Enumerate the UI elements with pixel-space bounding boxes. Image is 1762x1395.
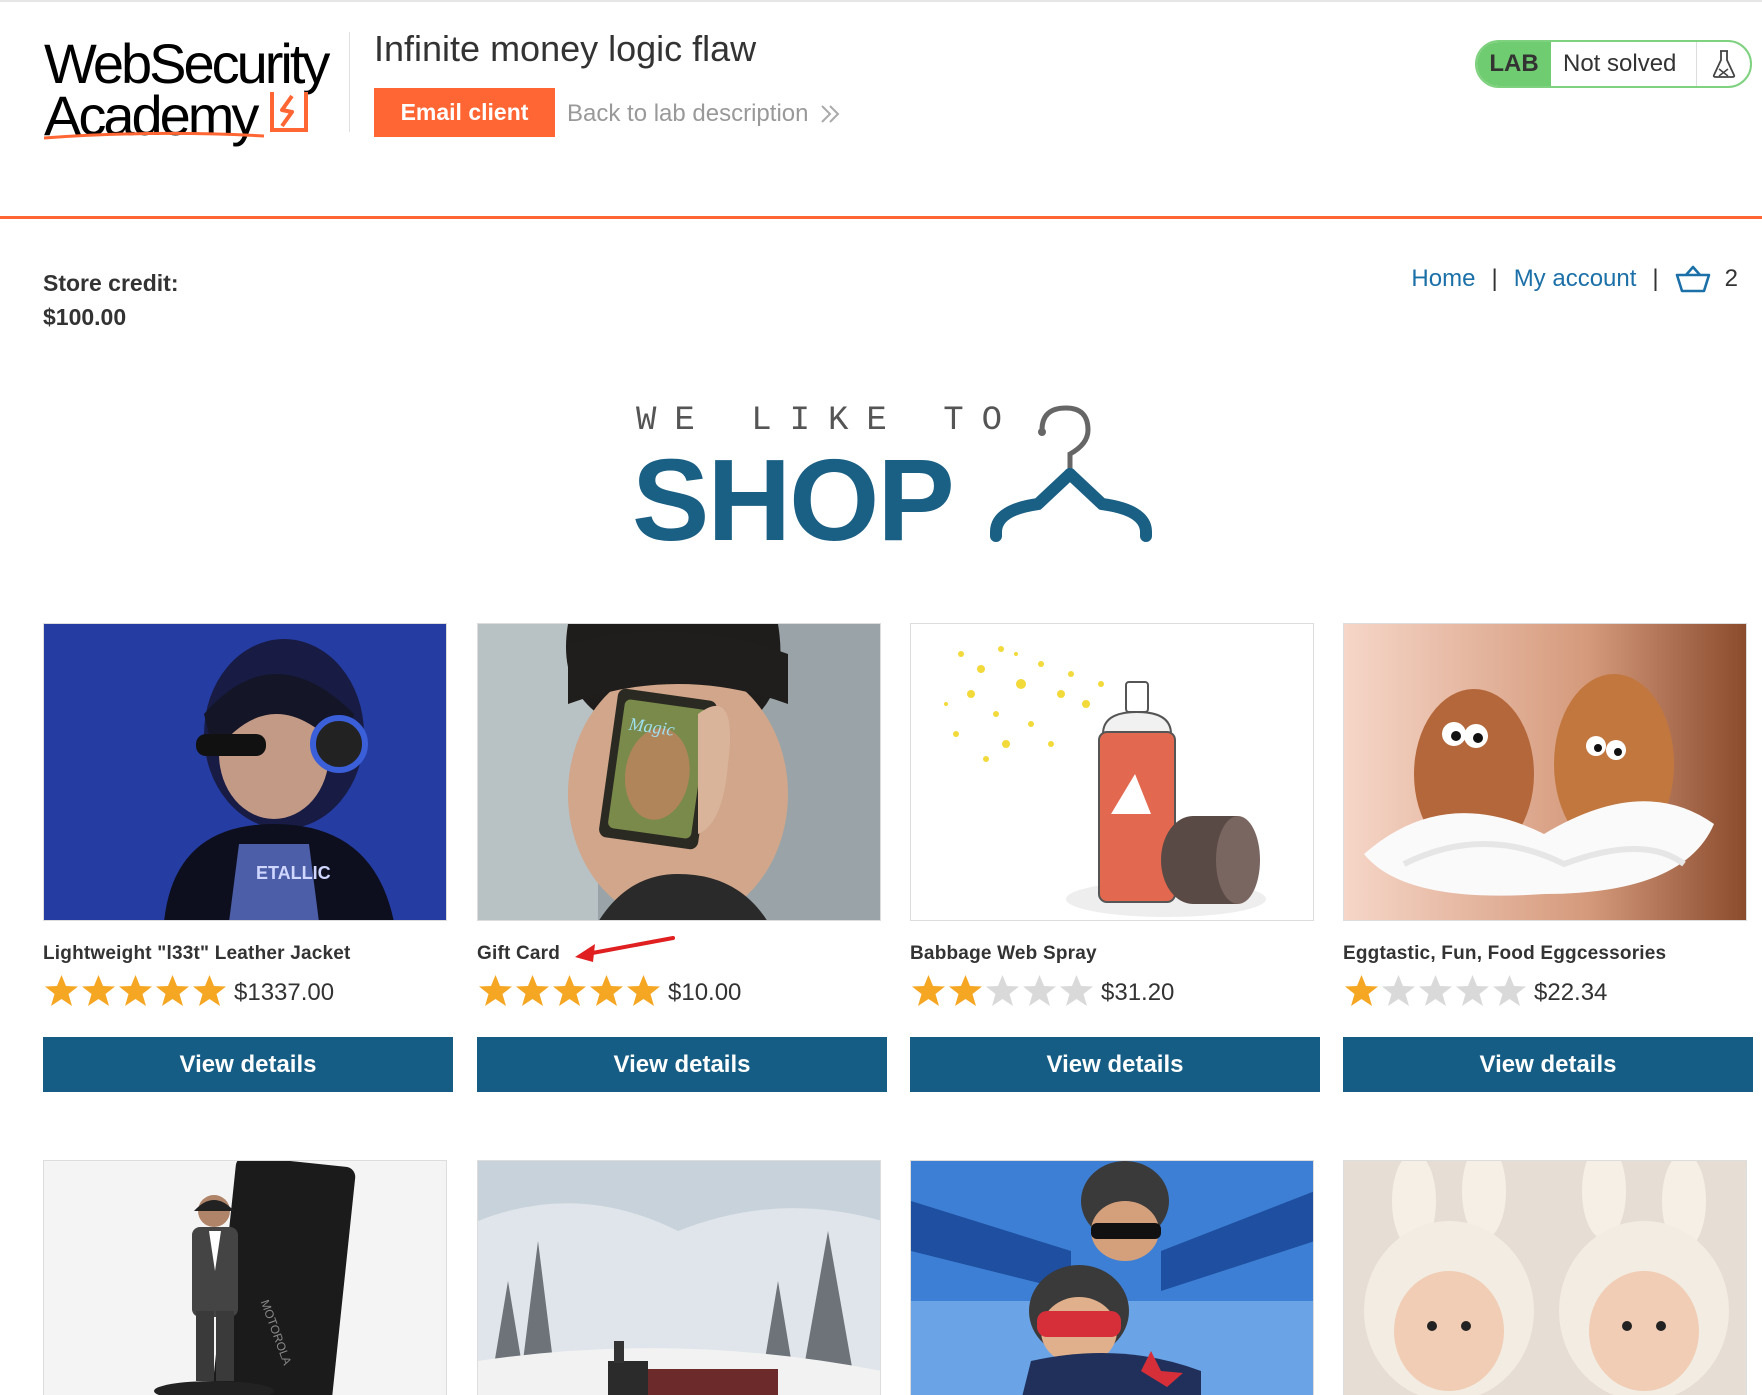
product-price: $10.00 <box>668 978 742 1006</box>
star-filled-icon <box>479 975 512 1006</box>
logo-underline-icon <box>44 131 265 140</box>
rating-stars <box>477 973 662 1012</box>
store-credit: Store credit: $100.00 <box>43 266 178 334</box>
view-details-button[interactable]: View details <box>910 1037 1320 1092</box>
star-filled-icon <box>82 975 115 1006</box>
lab-label: LAB <box>1477 42 1551 86</box>
star-filled-icon <box>119 975 152 1006</box>
logo-bolt-icon <box>270 92 308 132</box>
star-filled-icon <box>590 975 623 1006</box>
star-filled-icon <box>45 975 78 1006</box>
nav-separator: | <box>1491 265 1498 292</box>
nav-separator: | <box>1652 265 1659 292</box>
product-card <box>477 1160 887 1395</box>
product-name: Gift Card <box>477 943 561 964</box>
nav-home-link[interactable]: Home <box>1411 265 1475 293</box>
annotation-arrow-icon <box>575 936 675 962</box>
view-details-button[interactable]: View details <box>1343 1037 1753 1092</box>
view-details-button[interactable]: View details <box>43 1037 453 1092</box>
top-navigation: Home | My account | 2 <box>1411 264 1738 294</box>
lab-status-text: Not solved <box>1563 50 1677 77</box>
star-empty-icon <box>1493 975 1526 1006</box>
store-credit-value: $100.00 <box>43 304 127 330</box>
rating-stars <box>910 973 1095 1012</box>
header-divider <box>349 32 350 132</box>
product-card: MOTOROLA <box>43 1160 453 1395</box>
lab-status-widget[interactable]: LAB Not solved <box>1475 40 1752 88</box>
product-price: $22.34 <box>1534 978 1608 1006</box>
banner-title: SHOP <box>632 435 955 565</box>
star-empty-icon <box>1023 975 1056 1006</box>
flask-icon <box>1696 42 1750 86</box>
star-empty-icon <box>1419 975 1452 1006</box>
back-link-label: Back to lab description <box>567 100 809 127</box>
header-orange-rule <box>0 216 1762 219</box>
product-card <box>910 1160 1320 1395</box>
product-card: Eggtastic, Fun, Food Eggcessories $22.34… <box>1343 623 1753 1093</box>
double-chevron-right-icon <box>821 105 840 123</box>
rating-stars <box>1343 973 1528 1012</box>
product-image[interactable] <box>910 623 1314 921</box>
view-details-button[interactable]: View details <box>477 1037 887 1092</box>
svg-text:ETALLIC: ETALLIC <box>256 863 331 883</box>
star-filled-icon <box>627 975 660 1006</box>
product-rating: $1337.00 <box>43 973 334 1012</box>
lab-header: WebSecurity Academy Infinite money logic… <box>0 2 1762 216</box>
web-security-academy-logo[interactable]: WebSecurity Academy <box>44 36 364 146</box>
star-filled-icon <box>156 975 189 1006</box>
nav-my-account-link[interactable]: My account <box>1514 265 1637 293</box>
star-empty-icon <box>1382 975 1415 1006</box>
lab-title: Infinite money logic flaw <box>374 28 757 69</box>
product-card: Babbage Web Spray $31.20 View details <box>910 623 1320 1093</box>
basket-icon[interactable] <box>1675 264 1711 294</box>
star-filled-icon <box>193 975 226 1006</box>
shop-banner: WE LIKE TO SHOP <box>632 402 1176 558</box>
email-client-button[interactable]: Email client <box>374 88 555 137</box>
star-empty-icon <box>986 975 1019 1006</box>
product-name: Eggtastic, Fun, Food Eggcessories <box>1343 943 1667 964</box>
product-rating: $22.34 <box>1343 973 1607 1012</box>
product-image[interactable]: Magic <box>477 623 881 921</box>
product-name: Babbage Web Spray <box>910 943 1097 964</box>
product-name: Lightweight "l33t" Leather Jacket <box>43 943 351 964</box>
product-image[interactable] <box>477 1160 881 1395</box>
product-image[interactable]: ETALLIC <box>43 623 447 921</box>
rating-stars <box>43 973 228 1012</box>
star-filled-icon <box>516 975 549 1006</box>
cart-count[interactable]: 2 <box>1725 265 1738 293</box>
star-filled-icon <box>1345 975 1378 1006</box>
product-price: $31.20 <box>1101 978 1175 1006</box>
product-rating: $10.00 <box>477 973 741 1012</box>
back-to-lab-description-link[interactable]: Back to lab description <box>567 100 842 128</box>
product-price: $1337.00 <box>234 978 335 1006</box>
star-filled-icon <box>553 975 586 1006</box>
product-image[interactable] <box>910 1160 1314 1395</box>
star-empty-icon <box>1456 975 1489 1006</box>
product-rating: $31.20 <box>910 973 1174 1012</box>
star-filled-icon <box>949 975 982 1006</box>
hanger-icon <box>990 405 1152 542</box>
product-card: Magic Gift Card $10.00 View details <box>477 623 887 1093</box>
star-filled-icon <box>912 975 945 1006</box>
product-image[interactable]: MOTOROLA <box>43 1160 447 1395</box>
product-card <box>1343 1160 1753 1395</box>
product-image[interactable] <box>1343 1160 1747 1395</box>
product-image[interactable] <box>1343 623 1747 921</box>
store-credit-label: Store credit: <box>43 270 179 296</box>
star-empty-icon <box>1060 975 1093 1006</box>
product-card: ETALLIC Lightweight "l33t" Leather Jacke… <box>43 623 453 1093</box>
